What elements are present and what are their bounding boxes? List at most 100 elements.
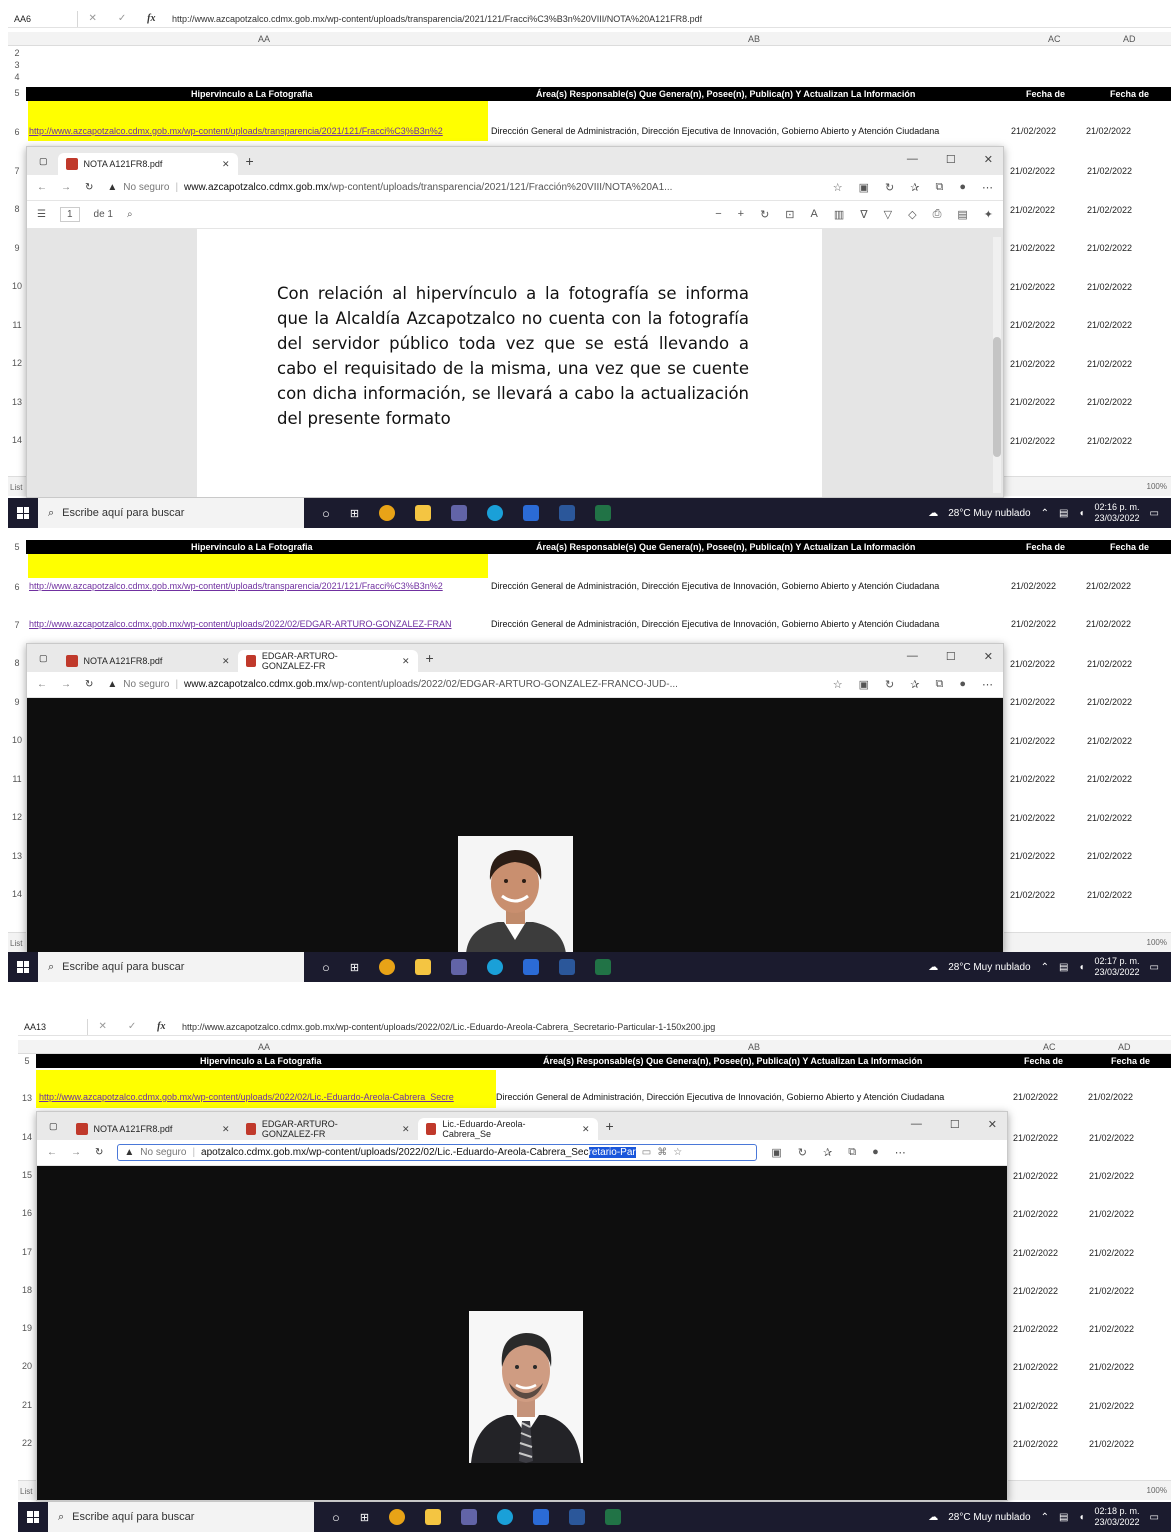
- weather-text[interactable]: 28°C Muy nublado: [948, 1512, 1030, 1523]
- row-number[interactable]: 9: [8, 243, 26, 253]
- row-number[interactable]: 14: [8, 435, 26, 445]
- word-icon[interactable]: [559, 505, 576, 521]
- sheet-list-label[interactable]: List: [10, 483, 22, 492]
- teams-icon[interactable]: [451, 505, 468, 521]
- explorer-icon[interactable]: [415, 505, 432, 521]
- close-window-icon[interactable]: ✕: [984, 153, 993, 166]
- forward-icon[interactable]: →: [61, 182, 71, 193]
- zoom-in-icon[interactable]: +: [738, 208, 744, 221]
- chrome-icon[interactable]: [379, 959, 396, 975]
- read-aloud-icon[interactable]: A: [811, 208, 818, 221]
- cancel-icon[interactable]: ✕: [88, 13, 96, 24]
- notification-icon[interactable]: ▭: [1150, 1512, 1159, 1523]
- tab-nota-pdf[interactable]: NOTA A121FR8.pdf ✕: [57, 153, 238, 175]
- new-tab-icon[interactable]: +: [418, 650, 442, 666]
- row-number[interactable]: 7: [8, 620, 26, 630]
- column-header-ab[interactable]: AB: [748, 1042, 760, 1052]
- row-number[interactable]: 11: [8, 320, 26, 330]
- row-number[interactable]: 12: [8, 812, 26, 822]
- row-number[interactable]: 4: [8, 72, 26, 82]
- chrome-icon[interactable]: [379, 505, 396, 521]
- zoom-out-icon[interactable]: −: [715, 208, 721, 221]
- back-icon[interactable]: ←: [47, 1147, 57, 1158]
- scrollbar[interactable]: [993, 237, 1001, 493]
- tray-chevron-icon[interactable]: ⌃: [1041, 1512, 1049, 1523]
- profile-icon[interactable]: ●: [959, 678, 966, 691]
- fit-page-icon[interactable]: ⊡: [785, 208, 794, 221]
- back-icon[interactable]: ←: [37, 679, 47, 690]
- apps-icon[interactable]: ⌘: [657, 1147, 667, 1158]
- photo-link[interactable]: http://www.azcapotzalco.cdmx.gob.mx/wp-c…: [29, 619, 487, 629]
- print-icon[interactable]: ⎙: [933, 208, 942, 221]
- weather-text[interactable]: 28°C Muy nublado: [948, 962, 1030, 973]
- row-number[interactable]: 6: [8, 127, 26, 137]
- refresh-icon[interactable]: ↻: [95, 1147, 103, 1158]
- close-tab-icon[interactable]: ✕: [388, 656, 410, 667]
- taskbar-search[interactable]: ⌕ Escribe aquí para buscar: [38, 952, 304, 982]
- toc-icon[interactable]: ☰: [37, 209, 46, 220]
- row-number[interactable]: 13: [18, 1093, 36, 1103]
- webex-icon[interactable]: [523, 505, 540, 521]
- formula-input[interactable]: http://www.azcapotzalco.cdmx.gob.mx/wp-c…: [176, 1022, 715, 1032]
- zoom-level[interactable]: 100%: [1147, 938, 1167, 947]
- scrollbar-thumb[interactable]: [993, 337, 1001, 457]
- row-number[interactable]: 13: [8, 397, 26, 407]
- clock[interactable]: 02:17 p. m. 23/03/2022: [1095, 956, 1140, 978]
- favorites-icon[interactable]: ✰: [910, 678, 919, 691]
- tab-actions-icon[interactable]: ▢: [35, 653, 58, 664]
- url-field[interactable]: ▲ No seguro | www.azcapotzalco.cdmx.gob.…: [107, 679, 818, 690]
- favorites-icon[interactable]: ✰: [823, 1146, 832, 1159]
- clock[interactable]: 02:18 p. m. 23/03/2022: [1095, 1506, 1140, 1528]
- back-icon[interactable]: ←: [37, 182, 47, 193]
- row-number[interactable]: 8: [8, 658, 26, 668]
- close-tab-icon[interactable]: ✕: [568, 1124, 590, 1135]
- column-header-ad[interactable]: AD: [1118, 1042, 1131, 1052]
- column-header-ad[interactable]: AD: [1123, 34, 1136, 44]
- cortana-icon[interactable]: ○: [332, 1510, 340, 1525]
- function-icon[interactable]: fx: [147, 13, 155, 24]
- row-number[interactable]: 2: [8, 48, 26, 58]
- collections-icon[interactable]: ⧉: [935, 678, 943, 691]
- favorites-icon[interactable]: ✰: [910, 181, 919, 194]
- url-field[interactable]: ▲ No seguro | apotzalco.cdmx.gob.mx/wp-c…: [117, 1144, 758, 1161]
- function-icon[interactable]: fx: [157, 1021, 165, 1032]
- column-header-ac[interactable]: AC: [1043, 1042, 1056, 1052]
- explorer-icon[interactable]: [425, 1509, 442, 1525]
- row-number[interactable]: 14: [18, 1132, 36, 1142]
- start-button[interactable]: [8, 498, 38, 528]
- tab-edgar-arturo[interactable]: EDGAR-ARTURO-GONZALEZ-FR ✕: [237, 650, 418, 672]
- volume-icon[interactable]: ◖: [1078, 508, 1084, 519]
- row-number[interactable]: 7: [8, 166, 26, 176]
- collections-icon[interactable]: ⧉: [848, 1146, 856, 1159]
- collections-icon[interactable]: ⧉: [935, 181, 943, 194]
- tray-chevron-icon[interactable]: ⌃: [1041, 962, 1049, 973]
- weather-text[interactable]: 28°C Muy nublado: [948, 508, 1030, 519]
- row-number[interactable]: 5: [8, 542, 26, 552]
- photo-link[interactable]: http://www.azcapotzalco.cdmx.gob.mx/wp-c…: [29, 581, 487, 591]
- row-number[interactable]: 10: [8, 735, 26, 745]
- row-number[interactable]: 12: [8, 358, 26, 368]
- row-number[interactable]: 9: [8, 697, 26, 707]
- pin-icon[interactable]: ✦: [984, 208, 993, 221]
- close-tab-icon[interactable]: ✕: [208, 1124, 230, 1135]
- tray-chevron-icon[interactable]: ⌃: [1041, 508, 1049, 519]
- forward-icon[interactable]: →: [71, 1147, 81, 1158]
- clock[interactable]: 02:16 p. m. 23/03/2022: [1095, 502, 1140, 524]
- word-icon[interactable]: [569, 1509, 586, 1525]
- weather-icon[interactable]: ☁: [928, 962, 938, 973]
- page-view-icon[interactable]: ▥: [834, 208, 844, 221]
- forward-icon[interactable]: →: [61, 679, 71, 690]
- refresh-icon[interactable]: ↻: [85, 679, 93, 690]
- row-number[interactable]: 19: [18, 1323, 36, 1333]
- maximize-icon[interactable]: ☐: [946, 153, 956, 166]
- minimize-icon[interactable]: —: [907, 153, 918, 166]
- close-tab-icon[interactable]: ✕: [388, 1124, 410, 1135]
- row-number[interactable]: 20: [18, 1361, 36, 1371]
- edge-icon[interactable]: [487, 959, 504, 975]
- excel-icon[interactable]: [605, 1509, 622, 1525]
- zoom-level[interactable]: 100%: [1147, 482, 1167, 491]
- chrome-icon[interactable]: [389, 1509, 406, 1525]
- volume-icon[interactable]: ◖: [1078, 962, 1084, 973]
- tab-eduardo-areola[interactable]: Lic.-Eduardo-Areola-Cabrera_Se ✕: [417, 1118, 598, 1140]
- save-icon[interactable]: ▤: [957, 208, 967, 221]
